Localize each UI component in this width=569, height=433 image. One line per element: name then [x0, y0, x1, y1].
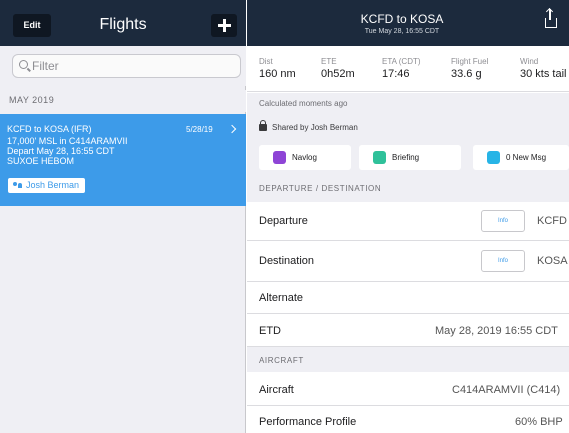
stat-label: Dist — [259, 57, 273, 66]
info-label: Info — [497, 218, 508, 224]
aircraft-row[interactable]: Aircraft C414ARAMVII (C414) — [247, 372, 569, 406]
stat-value: 160 nm — [259, 68, 296, 80]
shared-by-label: Shared by Josh Berman — [272, 123, 358, 132]
aircraft-value: C414ARAMVII (C414) — [452, 384, 561, 396]
stat-value: 0h52m — [321, 68, 355, 80]
briefing-button[interactable]: Briefing — [359, 145, 461, 170]
stat-value: 17:46 — [382, 68, 410, 80]
cloud-icon — [373, 151, 386, 164]
month-section-label: MAY 2019 — [9, 95, 55, 105]
search-icon — [19, 60, 28, 69]
flight-stats-bar: Dist 160 nm ETE 0h52m ETA (CDT) 17:46 Fl… — [247, 46, 569, 92]
filter-bar: Filter — [0, 46, 246, 86]
flight-route-fixes: SUXOE HEBOM — [7, 156, 75, 166]
navlog-label: Navlog — [292, 153, 317, 162]
message-icon — [487, 151, 500, 164]
section-aircraft: AIRCRAFT — [247, 347, 569, 372]
stat-distance: Dist 160 nm — [259, 57, 296, 81]
aircraft-label: Aircraft — [259, 384, 294, 396]
stat-label: ETA (CDT) — [382, 57, 421, 66]
flight-detail-title: KCFD to KOSA — [360, 12, 444, 26]
briefing-label: Briefing — [392, 153, 420, 162]
stat-value: 30 kts tail — [520, 68, 567, 80]
destination-row[interactable]: Destination Info KOSA — [247, 241, 569, 282]
stat-flight-fuel: Flight Fuel 33.6 g — [451, 57, 488, 81]
chevron-right-icon — [227, 124, 237, 134]
alternate-label: Alternate — [259, 292, 304, 304]
filter-input[interactable]: Filter — [12, 54, 241, 78]
destination-value: KOSA — [537, 255, 568, 267]
stat-ete: ETE 0h52m — [321, 57, 355, 81]
flight-date: 5/28/19 — [186, 125, 213, 134]
etd-row[interactable]: ETD May 28, 2019 16:55 CDT — [247, 314, 569, 347]
share-icon[interactable] — [545, 9, 557, 28]
destination-info-button[interactable]: Info — [481, 250, 525, 272]
messages-button[interactable]: 0 New Msg — [473, 145, 569, 170]
pilot-badge: Josh Berman — [8, 178, 86, 193]
month-section-header: MAY 2019 — [0, 90, 246, 112]
info-label: Info — [497, 258, 508, 264]
departure-value: KCFD — [537, 215, 567, 227]
stat-label: ETE — [321, 57, 337, 66]
people-icon — [13, 182, 23, 189]
calculated-status: Calculated moments ago — [259, 99, 348, 108]
section-departure-destination: DEPARTURE / DESTINATION — [247, 175, 569, 202]
performance-profile-value: 60% BHP — [515, 416, 563, 428]
departure-info-button[interactable]: Info — [481, 210, 525, 232]
destination-label: Destination — [259, 255, 315, 267]
section-label: AIRCRAFT — [259, 356, 304, 365]
navlog-button[interactable]: Navlog — [259, 145, 351, 170]
flight-detail-subtitle: Tue May 28, 16:55 CDT — [364, 28, 440, 35]
flight-list-item[interactable]: KCFD to KOSA (IFR) 5/28/19 17,000' MSL i… — [0, 114, 246, 206]
section-label: DEPARTURE / DESTINATION — [259, 184, 382, 193]
edit-button[interactable]: Edit — [13, 14, 51, 37]
stat-label: Wind — [520, 57, 539, 66]
pilot-name: Josh Berman — [26, 180, 80, 190]
add-flight-button[interactable] — [211, 14, 237, 37]
flight-detail-pane: KCFD to KOSA Tue May 28, 16:55 CDT Dist … — [247, 0, 569, 433]
flights-list-pane: Edit Flights Filter MAY 2019 KCFD to KOS… — [0, 0, 246, 433]
stat-eta: ETA (CDT) 17:46 — [382, 57, 421, 81]
flight-altitude-aircraft: 17,000' MSL in C414ARAMVII — [7, 136, 128, 146]
departure-label: Departure — [259, 215, 308, 227]
navlog-icon — [273, 151, 286, 164]
performance-profile-row[interactable]: Performance Profile 60% BHP — [247, 406, 569, 433]
stat-value: 33.6 g — [451, 68, 482, 80]
alternate-row[interactable]: Alternate — [247, 282, 569, 314]
app-window: Edit Flights Filter MAY 2019 KCFD to KOS… — [0, 0, 569, 433]
flights-list-header: Edit Flights — [0, 0, 246, 46]
messages-label: 0 New Msg — [506, 153, 547, 162]
departure-row[interactable]: Departure Info KCFD — [247, 202, 569, 241]
flight-detail-header: KCFD to KOSA Tue May 28, 16:55 CDT — [247, 0, 569, 46]
etd-label: ETD — [259, 325, 281, 337]
etd-value: May 28, 2019 16:55 CDT — [435, 325, 558, 337]
flight-route-label: KCFD to KOSA (IFR) — [7, 124, 92, 134]
stat-wind: Wind 30 kts tail — [520, 57, 566, 81]
filter-placeholder: Filter — [32, 59, 59, 73]
lock-icon — [259, 120, 267, 131]
stat-label: Flight Fuel — [451, 57, 489, 66]
flight-departure-time: Depart May 28, 16:55 CDT — [7, 146, 115, 156]
performance-profile-label: Performance Profile — [259, 416, 357, 428]
